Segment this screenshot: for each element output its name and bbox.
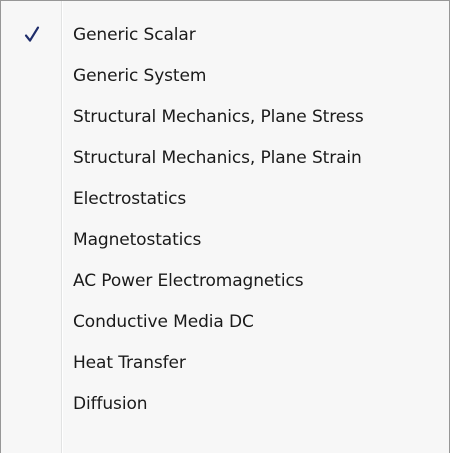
menu-item-structural-plane-stress[interactable]: Structural Mechanics, Plane Stress <box>3 98 447 136</box>
menu-item-label: Structural Mechanics, Plane Stress <box>73 107 364 127</box>
menu-item-label: AC Power Electromagnetics <box>73 271 304 291</box>
menu-item-label: Structural Mechanics, Plane Strain <box>73 148 362 168</box>
menu-item-diffusion[interactable]: Diffusion <box>3 385 447 423</box>
menu-item-conductive-media-dc[interactable]: Conductive Media DC <box>3 303 447 341</box>
check-icon <box>23 25 41 45</box>
context-menu: Generic Scalar Generic System Structural… <box>0 0 450 453</box>
menu-item-magnetostatics[interactable]: Magnetostatics <box>3 221 447 259</box>
menu-item-ac-power-electromagnetics[interactable]: AC Power Electromagnetics <box>3 262 447 300</box>
menu-item-generic-scalar[interactable]: Generic Scalar <box>3 16 447 54</box>
menu-item-label: Conductive Media DC <box>73 312 254 332</box>
menu-item-label: Diffusion <box>73 394 148 414</box>
menu-item-label: Heat Transfer <box>73 353 186 373</box>
menu-item-label: Generic System <box>73 66 207 86</box>
menu-item-heat-transfer[interactable]: Heat Transfer <box>3 344 447 382</box>
menu-item-label: Generic Scalar <box>73 25 196 45</box>
menu-item-label: Electrostatics <box>73 189 187 209</box>
menu-item-structural-plane-strain[interactable]: Structural Mechanics, Plane Strain <box>3 139 447 177</box>
menu-item-generic-system[interactable]: Generic System <box>3 57 447 95</box>
menu-item-label: Magnetostatics <box>73 230 202 250</box>
menu-item-electrostatics[interactable]: Electrostatics <box>3 180 447 218</box>
